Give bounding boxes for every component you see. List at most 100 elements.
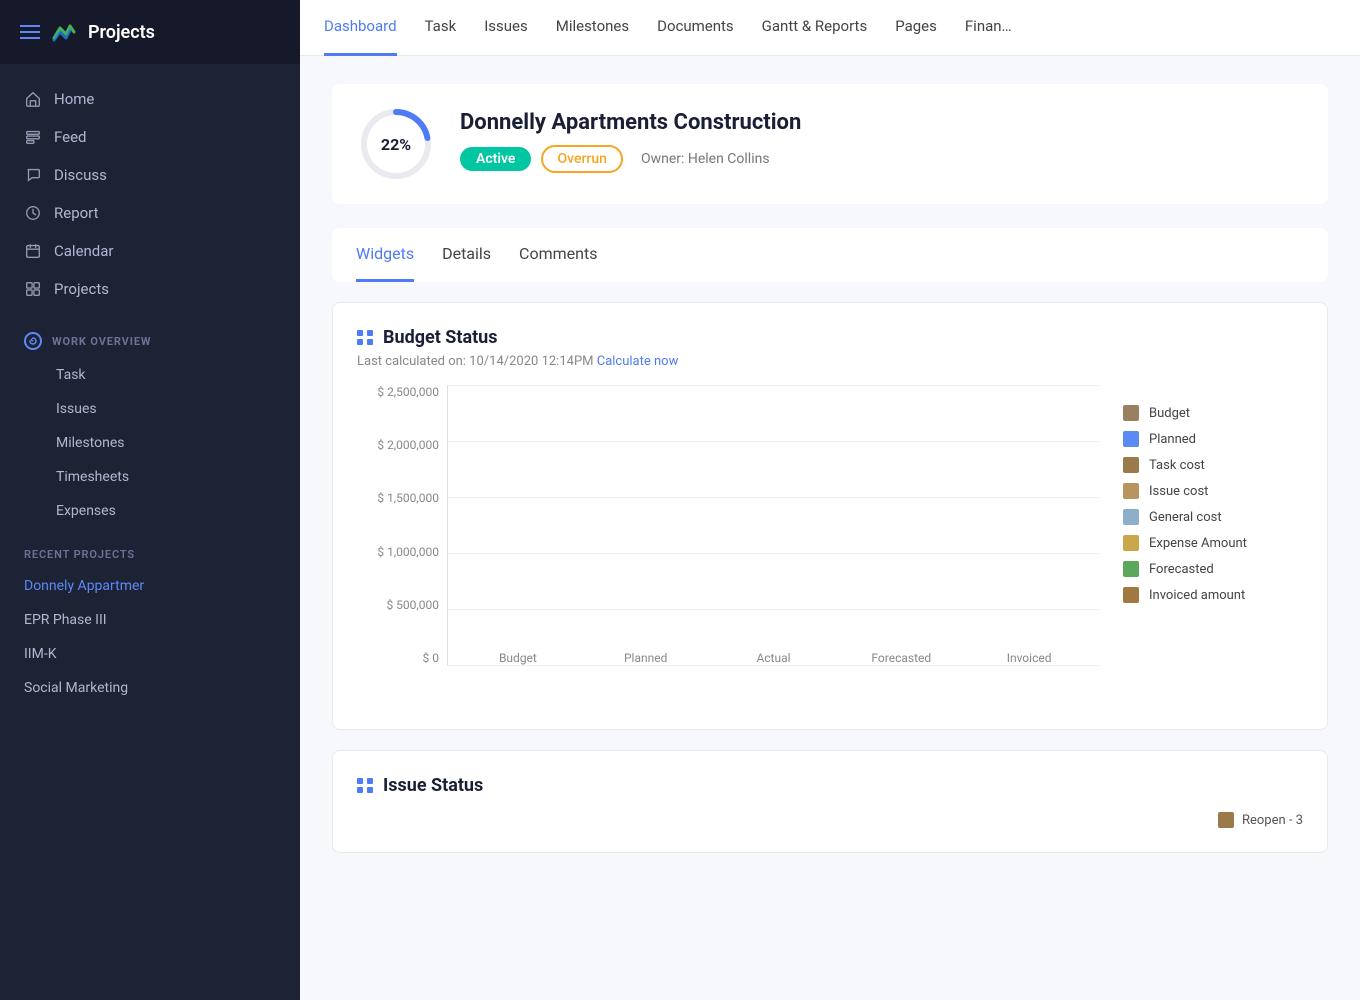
hamburger-icon[interactable] <box>20 25 40 39</box>
logo-icon <box>50 18 78 46</box>
issue-widget-title: Issue Status <box>383 775 483 796</box>
sidebar-title: Projects <box>88 22 155 43</box>
legend-planned-label: Planned <box>1149 432 1196 447</box>
report-icon <box>24 204 42 222</box>
legend-planned: Planned <box>1123 431 1303 447</box>
tab-details[interactable]: Details <box>442 228 491 282</box>
chart-area: $ 2,500,000 $ 2,000,000 $ 1,500,000 $ 1,… <box>357 385 1303 705</box>
legend-invoiced-amount-label: Invoiced amount <box>1149 588 1245 603</box>
legend-expense-amount-color <box>1123 535 1139 551</box>
y-label-1500k: $ 1,500,000 <box>377 491 439 505</box>
y-label-1000k: $ 1,000,000 <box>377 545 439 559</box>
bar-planned: Planned <box>596 643 696 665</box>
legend-invoiced-amount-color <box>1123 587 1139 603</box>
tab-comments[interactable]: Comments <box>519 228 597 282</box>
page-tabs: Widgets Details Comments <box>332 228 1328 282</box>
top-nav-milestones[interactable]: Milestones <box>556 0 629 56</box>
sidebar-item-feed-label: Feed <box>54 128 87 146</box>
sidebar-item-calendar-label: Calendar <box>54 242 114 260</box>
legend-issue-cost: Issue cost <box>1123 483 1303 499</box>
sidebar-subitem-expenses[interactable]: Expenses <box>0 494 300 528</box>
calculate-now-link[interactable]: Calculate now <box>597 354 679 369</box>
sidebar-item-report[interactable]: Report <box>0 194 300 232</box>
recent-project-social[interactable]: Social Marketing <box>0 671 300 705</box>
legend-expense-amount: Expense Amount <box>1123 535 1303 551</box>
legend-issue-cost-label: Issue cost <box>1149 484 1208 499</box>
budget-widget-header: Budget Status <box>357 327 1303 348</box>
bar-forecasted: Forecasted <box>851 643 951 665</box>
sidebar-nav: Home Feed Discuss Report <box>0 64 300 324</box>
issue-widget-dots-icon <box>357 778 373 793</box>
sidebar-item-home-label: Home <box>54 90 94 108</box>
issue-status-row: Reopen - 3 <box>357 802 1303 828</box>
project-owner: Owner: Helen Collins <box>641 151 770 167</box>
sidebar-item-report-label: Report <box>54 204 99 222</box>
bar-invoiced-label: Invoiced <box>1007 651 1052 665</box>
legend-budget-color <box>1123 405 1139 421</box>
top-nav-task[interactable]: Task <box>425 0 457 56</box>
project-name: Donnelly Apartments Construction <box>460 110 1304 135</box>
legend-general-cost: General cost <box>1123 509 1303 525</box>
sidebar-subitem-issues[interactable]: Issues <box>0 392 300 426</box>
top-nav-documents[interactable]: Documents <box>657 0 734 56</box>
chart-legend: Budget Planned Task cost Issue cost <box>1123 385 1303 705</box>
svg-text:22%: 22% <box>381 135 411 154</box>
top-nav-issues[interactable]: Issues <box>484 0 528 56</box>
active-badge: Active <box>460 147 531 171</box>
recent-project-epr[interactable]: EPR Phase III <box>0 603 300 637</box>
work-overview-header: WORK OVERVIEW <box>0 324 300 358</box>
top-nav-gantt[interactable]: Gantt & Reports <box>762 0 868 56</box>
budget-widget-subtitle: Last calculated on: 10/14/2020 12:14PM C… <box>357 354 1303 369</box>
y-axis: $ 2,500,000 $ 2,000,000 $ 1,500,000 $ 1,… <box>357 385 447 665</box>
sidebar-subitem-milestones[interactable]: Milestones <box>0 426 300 460</box>
recent-project-iimk[interactable]: IIM-K <box>0 637 300 671</box>
legend-expense-amount-label: Expense Amount <box>1149 536 1247 551</box>
project-badges: Active Overrun Owner: Helen Collins <box>460 145 1304 173</box>
progress-ring: 22% <box>356 104 436 184</box>
home-icon <box>24 90 42 108</box>
budget-status-widget: Budget Status Last calculated on: 10/14/… <box>332 302 1328 730</box>
tab-widgets[interactable]: Widgets <box>356 228 414 282</box>
projects-icon <box>24 280 42 298</box>
main-area: Dashboard Task Issues Milestones Documen… <box>300 0 1360 1000</box>
bar-invoiced: Invoiced <box>979 643 1079 665</box>
sidebar-item-projects[interactable]: Projects <box>0 270 300 308</box>
legend-task-cost: Task cost <box>1123 457 1303 473</box>
sidebar-item-discuss[interactable]: Discuss <box>0 156 300 194</box>
bar-actual-label: Actual <box>756 651 790 665</box>
legend-planned-color <box>1123 431 1139 447</box>
reopen-label: Reopen - 3 <box>1242 813 1303 828</box>
legend-budget: Budget <box>1123 405 1303 421</box>
recent-projects-label: RECENT PROJECTS <box>0 528 300 569</box>
sidebar-item-feed[interactable]: Feed <box>0 118 300 156</box>
bar-budget-label: Budget <box>499 651 537 665</box>
legend-forecasted: Forecasted <box>1123 561 1303 577</box>
sidebar-item-discuss-label: Discuss <box>54 166 107 184</box>
chart-container: $ 2,500,000 $ 2,000,000 $ 1,500,000 $ 1,… <box>357 385 1099 705</box>
sidebar-subitem-timesheets[interactable]: Timesheets <box>0 460 300 494</box>
content-area: 22% Donnelly Apartments Construction Act… <box>300 56 1360 1000</box>
sidebar-subitem-task[interactable]: Task <box>0 358 300 392</box>
widget-dots-icon <box>357 330 373 345</box>
legend-task-cost-color <box>1123 457 1139 473</box>
legend-issue-cost-color <box>1123 483 1139 499</box>
budget-widget-title: Budget Status <box>383 327 498 348</box>
issue-widget-header: Issue Status <box>357 775 1303 796</box>
y-label-500k: $ 500,000 <box>386 598 439 612</box>
y-label-2000k: $ 2,000,000 <box>377 438 439 452</box>
legend-forecasted-label: Forecasted <box>1149 562 1214 577</box>
reopen-item: Reopen - 3 <box>1218 812 1303 828</box>
sidebar-item-home[interactable]: Home <box>0 80 300 118</box>
top-nav-finance[interactable]: Finan… <box>965 0 1012 56</box>
sidebar-item-projects-label: Projects <box>54 280 109 298</box>
feed-icon <box>24 128 42 146</box>
work-overview-label: WORK OVERVIEW <box>52 335 151 348</box>
legend-general-cost-color <box>1123 509 1139 525</box>
issue-status-widget: Issue Status Reopen - 3 <box>332 750 1328 853</box>
recent-project-donnely[interactable]: Donnely Appartmer <box>0 569 300 603</box>
bar-actual: Actual <box>724 643 824 665</box>
top-nav-dashboard[interactable]: Dashboard <box>324 0 397 56</box>
calendar-icon <box>24 242 42 260</box>
sidebar-item-calendar[interactable]: Calendar <box>0 232 300 270</box>
top-nav-pages[interactable]: Pages <box>895 0 937 56</box>
